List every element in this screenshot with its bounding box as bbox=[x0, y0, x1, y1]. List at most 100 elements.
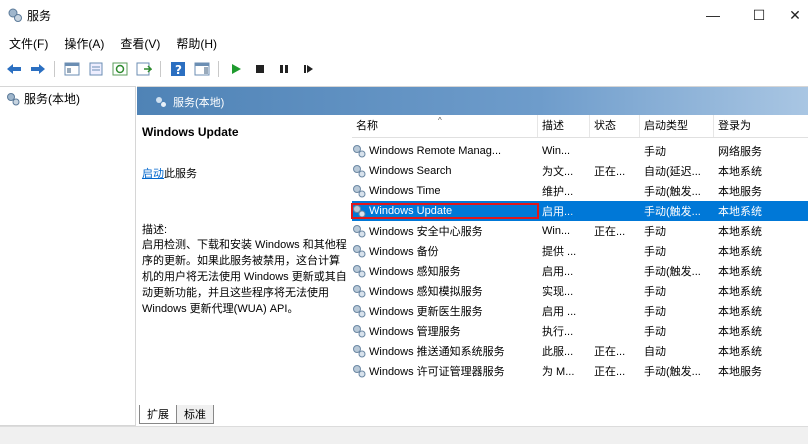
description-label: 描述: bbox=[142, 224, 168, 236]
table-row[interactable]: Windows Update 启用... 手动(触发... 本地系统 bbox=[351, 201, 808, 221]
start-service-link[interactable]: 启动 bbox=[142, 168, 164, 180]
cell-name: Windows Update bbox=[351, 203, 539, 219]
cell-logon-as: 本地系统 bbox=[718, 166, 762, 178]
svg-text:?: ? bbox=[175, 63, 182, 77]
service-gear-icon bbox=[353, 345, 366, 358]
service-gear-icon bbox=[353, 245, 366, 258]
cell-startup-type: 手动 bbox=[644, 226, 666, 238]
service-gear-icon bbox=[353, 145, 366, 158]
cell-logon-as: 本地系统 bbox=[718, 306, 762, 318]
service-title: Windows Update bbox=[142, 125, 239, 139]
restart-service-icon[interactable] bbox=[298, 60, 318, 78]
cell-description: 执行... bbox=[542, 326, 574, 338]
service-name: Windows 许可证管理器服务 bbox=[369, 366, 505, 378]
table-row[interactable]: Windows 更新医生服务 启用 ... 手动 本地系统 bbox=[352, 301, 808, 321]
start-service-icon[interactable] bbox=[226, 60, 246, 78]
cell-name: Windows 许可证管理器服务 bbox=[352, 363, 538, 379]
cell-startup-type: 手动 bbox=[644, 286, 666, 298]
cell-description: 实现... bbox=[542, 286, 574, 298]
cell-name: Windows 安全中心服务 bbox=[352, 223, 538, 239]
cell-startup-type: 手动(触发... bbox=[644, 186, 701, 198]
service-name: Windows Remote Manag... bbox=[369, 145, 502, 157]
back-arrow-icon[interactable] bbox=[4, 60, 24, 78]
column-header-logon-as[interactable]: 登录为 bbox=[714, 115, 808, 137]
tab-extended[interactable]: 扩展 bbox=[139, 405, 177, 424]
table-row[interactable]: Windows 感知服务 启用... 手动(触发... 本地系统 bbox=[352, 261, 808, 281]
cell-description: 提供 ... bbox=[542, 246, 577, 258]
table-body: Windows Remote Manag... Win... 手动 网络服务 Windo… bbox=[351, 141, 808, 381]
cell-logon-as: 本地系统 bbox=[718, 286, 762, 298]
cell-startup-type: 自动(延迟... bbox=[644, 166, 701, 178]
toolbar: ? bbox=[0, 58, 808, 80]
cell-description: 启用... bbox=[542, 206, 574, 218]
close-button[interactable]: ✕ bbox=[782, 2, 808, 28]
cell-description: Win... bbox=[542, 145, 571, 157]
column-header-status[interactable]: 状态 bbox=[590, 115, 640, 137]
cell-description: 启用... bbox=[542, 266, 574, 278]
action-pane-icon[interactable] bbox=[192, 60, 212, 78]
forward-arrow-icon[interactable] bbox=[28, 60, 48, 78]
service-gear-icon bbox=[353, 285, 366, 298]
cell-name: Windows 备份 bbox=[352, 243, 538, 259]
pause-service-icon[interactable] bbox=[274, 60, 294, 78]
service-gear-icon bbox=[353, 185, 366, 198]
cell-logon-as: 本地系统 bbox=[718, 266, 762, 278]
column-header-description[interactable]: 描述 bbox=[538, 115, 590, 137]
cell-startup-type: 手动 bbox=[644, 246, 666, 258]
cell-status: 正在... bbox=[594, 366, 626, 378]
menu-file[interactable]: 文件(F) bbox=[0, 34, 55, 54]
table-row[interactable]: Windows Time 维护... 手动(触发... 本地服务 bbox=[352, 181, 808, 201]
cell-startup-type: 自动 bbox=[644, 346, 666, 358]
cell-status: 正在... bbox=[594, 226, 626, 238]
cell-name: Windows 感知模拟服务 bbox=[352, 283, 538, 299]
menu-action[interactable]: 操作(A) bbox=[55, 34, 111, 54]
export-list-icon[interactable] bbox=[134, 60, 154, 78]
cell-logon-as: 网络服务 bbox=[718, 146, 762, 158]
cell-description: 为 M... bbox=[542, 366, 575, 378]
stop-service-icon[interactable] bbox=[250, 60, 270, 78]
tree-item-label: 服务(本地) bbox=[24, 92, 80, 106]
cell-logon-as: 本地系统 bbox=[718, 346, 762, 358]
service-gear-icon bbox=[353, 225, 366, 238]
cell-logon-as: 本地系统 bbox=[718, 206, 762, 218]
cell-status: 正在... bbox=[594, 346, 626, 358]
table-row[interactable]: Windows Remote Manag... Win... 手动 网络服务 bbox=[352, 141, 808, 161]
start-service-suffix: 此服务 bbox=[164, 168, 197, 180]
cell-name: Windows 感知服务 bbox=[352, 263, 538, 279]
service-gear-icon bbox=[353, 365, 366, 378]
maximize-button[interactable]: ☐ bbox=[736, 2, 782, 28]
view-tabs: 扩展 标准 bbox=[139, 405, 214, 424]
menu-view[interactable]: 查看(V) bbox=[111, 34, 167, 54]
table-row[interactable]: Windows Search 为文... 正在... 自动(延迟... 本地系统 bbox=[352, 161, 808, 181]
column-header-name[interactable]: 名称 bbox=[352, 115, 538, 137]
cell-logon-as: 本地系统 bbox=[718, 226, 762, 238]
cell-logon-as: 本地服务 bbox=[718, 186, 762, 198]
table-row[interactable]: Windows 安全中心服务 Win... 正在... 手动 本地系统 bbox=[352, 221, 808, 241]
help-icon[interactable]: ? bbox=[168, 60, 188, 78]
service-name: Windows 管理服务 bbox=[369, 326, 461, 338]
details-pane: 服务(本地) Windows Update 启动此服务 描述: 启用检测、下载和… bbox=[137, 86, 808, 427]
console-tree-icon[interactable] bbox=[62, 60, 82, 78]
cell-name: Windows Remote Manag... bbox=[352, 144, 538, 158]
cell-startup-type: 手动(触发... bbox=[644, 206, 701, 218]
table-row[interactable]: Windows 许可证管理器服务 为 M... 正在... 手动(触发... 本地服务 bbox=[352, 361, 808, 381]
service-name: Windows Update bbox=[369, 205, 453, 217]
column-header-startup-type[interactable]: 启动类型 bbox=[640, 115, 714, 137]
table-row[interactable]: Windows 推送通知系统服务 此服... 正在... 自动 本地系统 bbox=[352, 341, 808, 361]
service-gear-icon bbox=[353, 205, 366, 218]
cell-description: 此服... bbox=[542, 346, 574, 358]
minimize-button[interactable]: — bbox=[690, 2, 736, 28]
refresh-icon[interactable] bbox=[110, 60, 130, 78]
menu-help[interactable]: 帮助(H) bbox=[167, 34, 224, 54]
toolbar-separator bbox=[160, 61, 161, 77]
table-row[interactable]: Windows 备份 提供 ... 手动 本地系统 bbox=[352, 241, 808, 261]
properties-icon[interactable] bbox=[86, 60, 106, 78]
table-row[interactable]: Windows 感知模拟服务 实现... 手动 本地系统 bbox=[352, 281, 808, 301]
service-name: Windows Search bbox=[369, 165, 452, 177]
tab-standard[interactable]: 标准 bbox=[176, 405, 214, 424]
service-name: Windows 推送通知系统服务 bbox=[369, 346, 505, 358]
tree-item-services-local[interactable]: 服务(本地) bbox=[6, 90, 80, 107]
service-gear-icon bbox=[353, 165, 366, 178]
menu-bar: 文件(F) 操作(A) 查看(V) 帮助(H) bbox=[0, 34, 224, 54]
table-row[interactable]: Windows 管理服务 执行... 手动 本地系统 bbox=[352, 321, 808, 341]
